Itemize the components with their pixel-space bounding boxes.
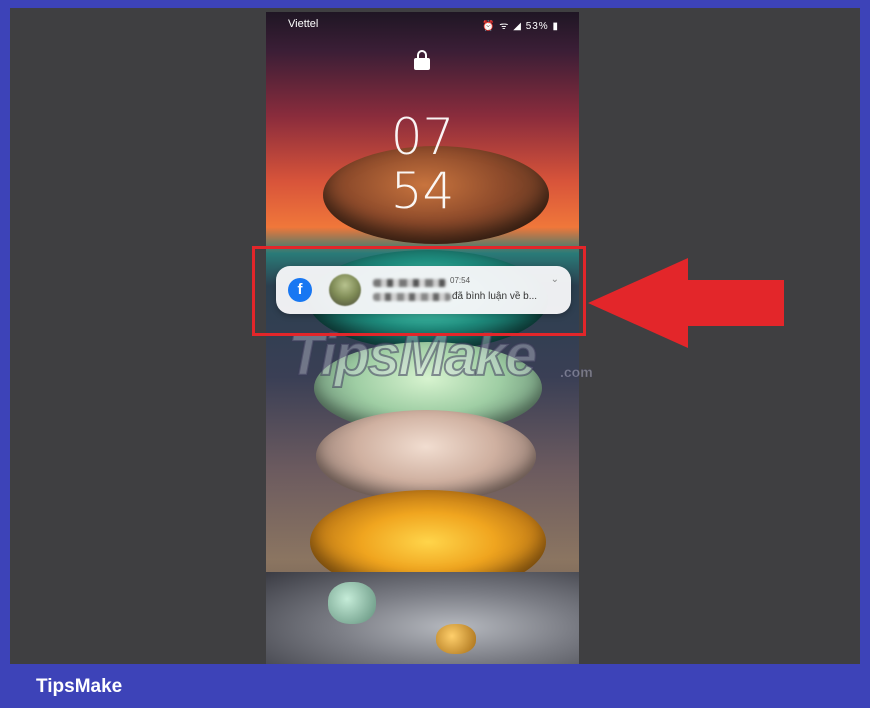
carrier-label: Viettel: [288, 18, 319, 30]
brand-name: TipsMake: [36, 676, 123, 697]
clock-hour: 07: [390, 108, 455, 166]
wifi-icon: ᯤ: [499, 21, 510, 32]
wallpaper-sand: [266, 572, 579, 664]
battery-percent: 53%: [525, 21, 549, 32]
signal-icon: ◢: [513, 21, 522, 32]
alarm-icon: ⏰: [482, 21, 496, 32]
battery-icon: ▮: [552, 21, 559, 32]
footer-bar: TipsMake: [0, 664, 870, 708]
wallpaper-pebble: [436, 624, 476, 654]
highlight-box: [252, 246, 586, 336]
wallpaper-pebble: [328, 582, 376, 624]
status-icons: ⏰ ᯤ ◢ 53% ▮: [482, 18, 559, 32]
status-bar: Viettel ⏰ ᯤ ◢ 53% ▮: [266, 16, 579, 34]
watermark-suffix: .com: [560, 364, 593, 381]
red-arrow-icon: [588, 258, 784, 348]
clock-minute: 54: [390, 162, 455, 220]
wallpaper-stone: [316, 410, 536, 502]
top-border: [0, 0, 870, 8]
lock-screen-clock: 07 54: [266, 110, 579, 218]
lock-icon[interactable]: [414, 50, 430, 70]
